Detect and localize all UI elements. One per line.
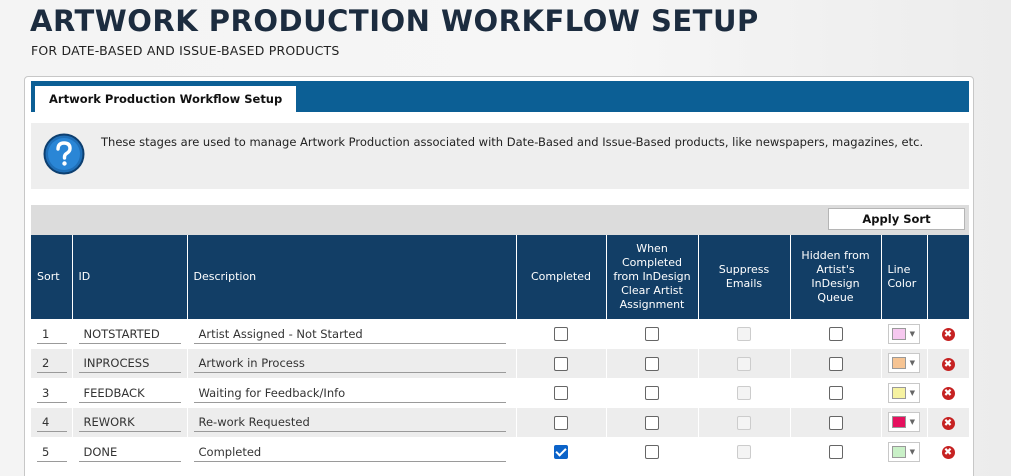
hidden-queue-checkbox[interactable]: [828, 386, 843, 400]
page-subtitle: FOR DATE-BASED AND ISSUE-BASED PRODUCTS: [31, 43, 340, 58]
description-field[interactable]: Re-work Requested: [193, 412, 506, 433]
color-swatch: [892, 445, 906, 458]
id-field[interactable]: NOTSTARTED: [78, 324, 181, 344]
table-row: 2 INPROCESS Artwork in Process ▼ ✖: [31, 348, 970, 378]
question-icon: [43, 133, 85, 175]
info-box: These stages are used to manage Artwork …: [31, 123, 969, 189]
clear-artist-checkbox[interactable]: [645, 327, 659, 341]
description-field[interactable]: Completed: [193, 442, 506, 462]
sort-field[interactable]: 1: [37, 324, 67, 344]
page: ARTWORK PRODUCTION WORKFLOW SETUP FOR DA…: [0, 0, 1011, 476]
clear-artist-checkbox[interactable]: [645, 415, 659, 430]
description-field[interactable]: Artist Assigned - Not Started: [193, 324, 506, 344]
col-clear-artist: When Completed from InDesign Clear Artis…: [606, 235, 699, 319]
col-id: ID: [72, 235, 188, 319]
completed-checkbox[interactable]: [554, 386, 568, 400]
table-header-row: Sort ID Description Completed When Compl…: [31, 235, 970, 319]
page-title: ARTWORK PRODUCTION WORKFLOW SETUP: [30, 4, 759, 38]
delete-icon[interactable]: ✖: [941, 387, 955, 401]
suppress-emails-checkbox: [737, 327, 751, 341]
col-suppress-emails: Suppress Emails: [698, 235, 791, 319]
id-field[interactable]: FEEDBACK: [78, 383, 181, 403]
suppress-emails-checkbox: [737, 415, 751, 430]
completed-checkbox[interactable]: [554, 327, 568, 341]
description-field[interactable]: Artwork in Process: [193, 353, 506, 374]
hidden-queue-checkbox[interactable]: [828, 415, 843, 430]
line-color-picker[interactable]: ▼: [888, 382, 920, 403]
clear-artist-checkbox[interactable]: [645, 356, 659, 371]
suppress-emails-checkbox: [737, 445, 751, 459]
line-color-picker[interactable]: ▼: [888, 323, 920, 344]
sort-field[interactable]: 3: [37, 383, 67, 403]
color-swatch: [892, 327, 906, 340]
delete-icon[interactable]: ✖: [941, 446, 955, 460]
line-color-picker[interactable]: ▼: [888, 412, 920, 433]
id-field[interactable]: INPROCESS: [78, 353, 181, 374]
chevron-down-icon: ▼: [909, 359, 915, 368]
sort-bar: Apply Sort: [31, 205, 969, 235]
color-swatch: [892, 386, 906, 399]
table-row: 4 REWORK Re-work Requested ▼ ✖: [31, 407, 970, 437]
color-swatch: [892, 416, 906, 429]
tab-workflow-setup[interactable]: Artwork Production Workflow Setup: [35, 86, 297, 112]
line-color-picker[interactable]: ▼: [888, 353, 920, 374]
suppress-emails-checkbox: [737, 386, 751, 400]
sort-field[interactable]: 4: [37, 412, 67, 433]
col-hidden-queue: Hidden from Artist's InDesign Queue: [790, 235, 882, 319]
workflow-table: Sort ID Description Completed When Compl…: [31, 235, 970, 467]
col-sort: Sort: [31, 235, 73, 319]
apply-sort-button[interactable]: Apply Sort: [828, 208, 965, 230]
table-row: 1 NOTSTARTED Artist Assigned - Not Started…: [31, 319, 970, 349]
table-row: 3 FEEDBACK Waiting for Feedback/Info ▼ ✖: [31, 378, 970, 408]
chevron-down-icon: ▼: [909, 447, 915, 456]
delete-icon[interactable]: ✖: [941, 416, 955, 430]
description-field[interactable]: Waiting for Feedback/Info: [193, 383, 506, 403]
id-field[interactable]: REWORK: [78, 412, 181, 433]
chevron-down-icon: ▼: [909, 418, 915, 427]
workflow-panel: Artwork Production Workflow Setup These …: [24, 76, 974, 476]
suppress-emails-checkbox: [737, 356, 751, 371]
sort-field[interactable]: 5: [37, 442, 67, 462]
info-text: These stages are used to manage Artwork …: [101, 135, 924, 149]
delete-icon[interactable]: ✖: [941, 328, 955, 342]
id-field[interactable]: DONE: [78, 442, 181, 462]
hidden-queue-checkbox[interactable]: [828, 356, 843, 371]
completed-checkbox[interactable]: [554, 415, 568, 430]
chevron-down-icon: ▼: [909, 329, 915, 338]
table-row: 5 DONE Completed ▼ ✖: [31, 437, 970, 467]
col-line-color: Line Color: [881, 235, 928, 319]
sort-field[interactable]: 2: [37, 353, 67, 374]
completed-checkbox[interactable]: [554, 445, 568, 459]
hidden-queue-checkbox[interactable]: [828, 327, 843, 341]
line-color-picker[interactable]: ▼: [888, 441, 920, 462]
delete-icon[interactable]: ✖: [941, 357, 955, 371]
col-description: Description: [187, 235, 517, 319]
col-delete: [927, 235, 970, 319]
col-completed: Completed: [516, 235, 607, 319]
color-swatch: [892, 357, 906, 370]
tab-bar: Artwork Production Workflow Setup: [31, 81, 969, 112]
clear-artist-checkbox[interactable]: [645, 386, 659, 400]
hidden-queue-checkbox[interactable]: [828, 445, 843, 459]
chevron-down-icon: ▼: [909, 388, 915, 397]
completed-checkbox[interactable]: [554, 356, 568, 371]
clear-artist-checkbox[interactable]: [645, 445, 659, 459]
